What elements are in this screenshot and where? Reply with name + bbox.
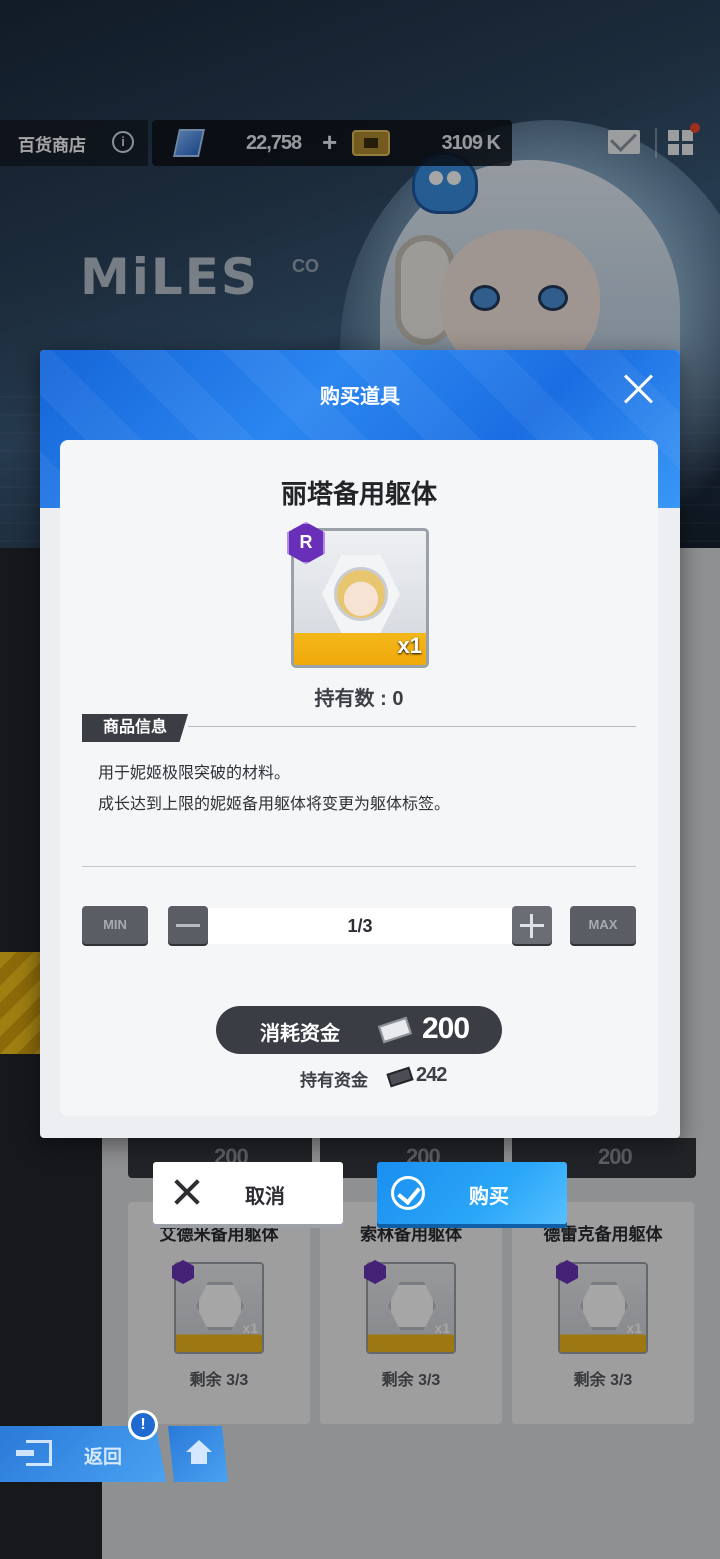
- info-divider: [188, 726, 636, 727]
- close-icon: [173, 1178, 201, 1206]
- cost-value: 200: [422, 1012, 470, 1045]
- description-line: 成长达到上限的妮姬备用躯体将变更为躯体标签。: [98, 796, 451, 813]
- min-button[interactable]: MIN: [82, 906, 148, 944]
- cost-display: 消耗资金 200: [216, 1006, 502, 1054]
- item-quantity: x1: [397, 633, 422, 658]
- increase-button[interactable]: [512, 906, 552, 944]
- held-funds-value: 242: [416, 1064, 447, 1086]
- close-icon[interactable]: [620, 370, 658, 408]
- max-button[interactable]: MAX: [570, 906, 636, 944]
- back-label: 返回: [84, 1447, 123, 1468]
- quantity-value: 1/3: [208, 908, 512, 944]
- cash-icon: [377, 1016, 413, 1044]
- exit-icon: [16, 1440, 52, 1466]
- buy-label: 购买: [469, 1186, 509, 1208]
- alert-badge: !: [128, 1410, 158, 1440]
- dialog-title: 购买道具: [320, 386, 400, 408]
- home-icon: [186, 1440, 212, 1464]
- owned-count: 持有数 : 0: [314, 688, 404, 710]
- held-funds: 持有资金 242: [300, 1064, 500, 1090]
- cost-label: 消耗资金: [260, 1023, 340, 1045]
- item-info-tab: 商品信息: [82, 714, 188, 742]
- decrease-button[interactable]: [168, 906, 208, 944]
- home-button[interactable]: [168, 1426, 228, 1482]
- cancel-button[interactable]: 取消: [153, 1162, 343, 1224]
- rarity-letter: R: [299, 532, 313, 552]
- check-icon: [391, 1176, 425, 1210]
- quantity-stepper: MIN 1/3 MAX: [82, 906, 636, 946]
- character-portrait: [334, 567, 388, 621]
- dialog-body: 丽塔备用躯体 x1 R 持有数 : 0 商品信息 用于妮姬极限突破的材料。 成长…: [60, 440, 658, 1116]
- item-name: 丽塔备用躯体: [280, 479, 437, 509]
- purchase-dialog: 购买道具 丽塔备用躯体 x1 R 持有数 : 0 商品信息 用于妮姬极限突破的材…: [40, 350, 680, 1138]
- cancel-label: 取消: [245, 1186, 285, 1208]
- description-line: 用于妮姬极限突破的材料。: [98, 765, 291, 782]
- item-description: 用于妮姬极限突破的材料。 成长达到上限的妮姬备用躯体将变更为躯体标签。: [98, 758, 628, 820]
- held-funds-label: 持有资金: [300, 1071, 368, 1090]
- cash-icon: [386, 1066, 414, 1088]
- buy-button[interactable]: 购买: [377, 1162, 567, 1224]
- section-divider: [82, 866, 636, 867]
